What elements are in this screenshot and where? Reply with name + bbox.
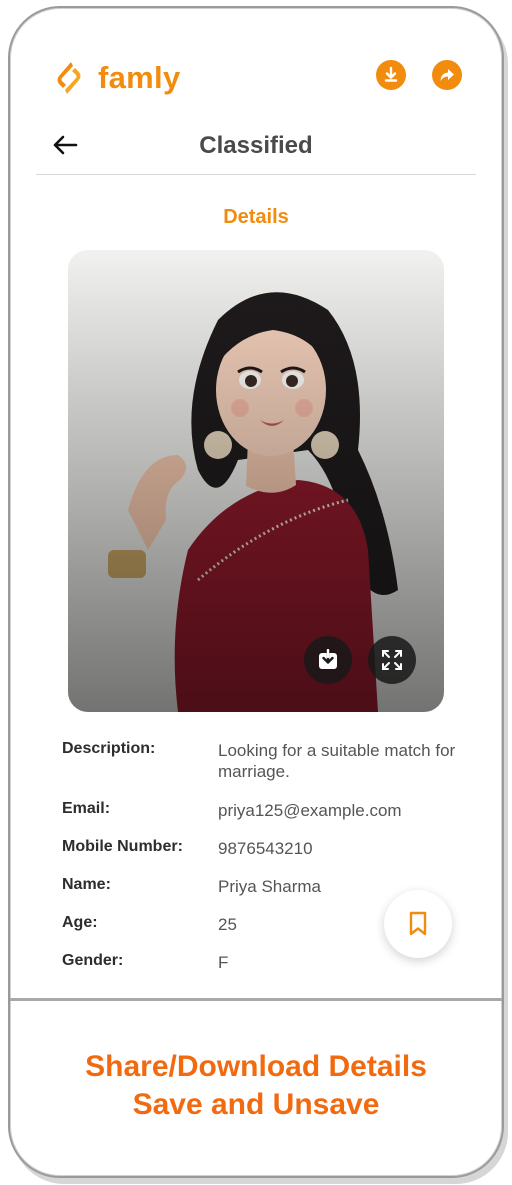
profile-photo[interactable] [68, 250, 444, 712]
detail-row-email: Email: priya125@example.com [62, 800, 462, 838]
header-divider [36, 174, 476, 175]
share-button[interactable] [432, 60, 462, 90]
mobile-value: 9876543210 [218, 839, 313, 858]
mobile-label: Mobile Number: [62, 838, 183, 855]
gender-label: Gender: [62, 952, 124, 969]
bookmark-button[interactable] [384, 890, 452, 958]
detail-row-gender: Gender: F [62, 952, 462, 990]
email-label: Email: [62, 800, 111, 817]
bookmark-icon [409, 911, 427, 936]
description-value: Looking for a suitable match for marriag… [218, 741, 456, 781]
caption-line-1: Share/Download Details [85, 1050, 427, 1083]
detail-row-mobile: Mobile Number: 9876543210 [62, 838, 462, 876]
page-title: Classified [199, 132, 313, 159]
download-icon [384, 66, 398, 82]
fullscreen-button[interactable] [368, 636, 416, 684]
gender-value: F [218, 953, 229, 972]
bottom-divider [10, 998, 502, 1001]
share-icon [440, 69, 454, 81]
caption-line-2: Save and Unsave [132, 1088, 380, 1121]
detail-row-description: Description: Looking for a suitable matc… [62, 740, 462, 800]
brand-name: famly [98, 60, 181, 95]
famly-logo-icon [57, 62, 81, 94]
phone-frame: famly Classified Details Description: Lo… [8, 6, 504, 1178]
photo-download-button[interactable] [304, 636, 352, 684]
description-label: Description: [62, 740, 156, 757]
age-label: Age: [62, 914, 98, 931]
feature-caption: Share/Download Details Save and Unsave [10, 1048, 502, 1124]
download-icon [319, 649, 337, 669]
name-label: Name: [62, 876, 111, 893]
section-title: Details [223, 206, 289, 228]
brand: famly [54, 58, 180, 98]
download-button[interactable] [376, 60, 406, 90]
fullscreen-icon [382, 650, 402, 670]
email-value: priya125@example.com [218, 801, 402, 820]
